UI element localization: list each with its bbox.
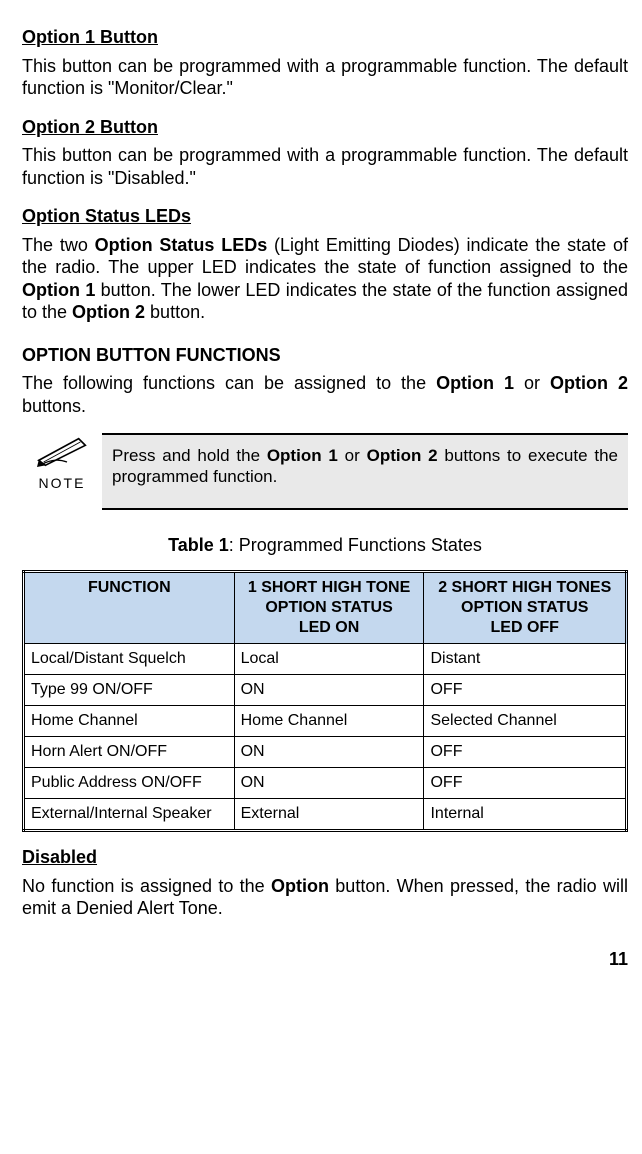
- heading-option-status-leds: Option Status LEDs: [22, 205, 628, 228]
- heading-disabled: Disabled: [22, 846, 628, 869]
- note-text: Press and hold the Option 1 or Option 2 …: [102, 433, 628, 510]
- paragraph-disabled: No function is assigned to the Option bu…: [22, 875, 628, 920]
- cell-function: Type 99 ON/OFF: [24, 675, 235, 706]
- text-bold: Option Status LEDs: [95, 235, 268, 255]
- cell-off: OFF: [424, 675, 627, 706]
- text-bold: Option: [271, 876, 329, 896]
- cell-function: Home Channel: [24, 706, 235, 737]
- heading-option-button-functions: OPTION BUTTON FUNCTIONS: [22, 344, 628, 367]
- cell-function: Horn Alert ON/OFF: [24, 737, 235, 768]
- text: or: [514, 373, 550, 393]
- text: Press and hold the: [112, 446, 267, 465]
- text: No function is assigned to the: [22, 876, 271, 896]
- table-row: Type 99 ON/OFF ON OFF: [24, 675, 627, 706]
- paragraph-option-button-functions: The following functions can be assigned …: [22, 372, 628, 417]
- table-title-bold: Table 1: [168, 535, 229, 555]
- text: OPTION STATUS: [265, 599, 392, 616]
- paragraph-option-status-leds: The two Option Status LEDs (Light Emitti…: [22, 234, 628, 324]
- text: button.: [145, 302, 205, 322]
- cell-on: External: [234, 799, 424, 831]
- paragraph-option1: This button can be programmed with a pro…: [22, 55, 628, 100]
- table-row: Public Address ON/OFF ON OFF: [24, 768, 627, 799]
- note-icon-column: NOTE: [22, 433, 102, 510]
- cell-off: OFF: [424, 737, 627, 768]
- col-header-led-on: 1 SHORT HIGH TONE OPTION STATUS LED ON: [234, 572, 424, 644]
- heading-option1: Option 1 Button: [22, 26, 628, 49]
- functions-table: FUNCTION 1 SHORT HIGH TONE OPTION STATUS…: [22, 570, 628, 832]
- text: 1 SHORT HIGH TONE: [248, 579, 410, 596]
- cell-function: Local/Distant Squelch: [24, 644, 235, 675]
- text-bold: Option 1: [267, 446, 338, 465]
- table-row: Local/Distant Squelch Local Distant: [24, 644, 627, 675]
- heading-option2: Option 2 Button: [22, 116, 628, 139]
- cell-function: Public Address ON/OFF: [24, 768, 235, 799]
- cell-on: ON: [234, 737, 424, 768]
- table-title-rest: : Programmed Functions States: [229, 535, 482, 555]
- cell-off: Internal: [424, 799, 627, 831]
- text: LED ON: [299, 619, 359, 636]
- cell-on: ON: [234, 675, 424, 706]
- text-bold: Option 1: [22, 280, 95, 300]
- note-block: NOTE Press and hold the Option 1 or Opti…: [22, 433, 628, 510]
- paragraph-option2: This button can be programmed with a pro…: [22, 144, 628, 189]
- text: The following functions can be assigned …: [22, 373, 436, 393]
- pencil-note-icon: [37, 437, 87, 473]
- cell-off: Selected Channel: [424, 706, 627, 737]
- table-row: Horn Alert ON/OFF ON OFF: [24, 737, 627, 768]
- table-row: Home Channel Home Channel Selected Chann…: [24, 706, 627, 737]
- cell-on: Local: [234, 644, 424, 675]
- text: or: [338, 446, 367, 465]
- page-number: 11: [22, 948, 628, 971]
- cell-on: Home Channel: [234, 706, 424, 737]
- text: OPTION STATUS: [461, 599, 588, 616]
- table-title: Table 1: Programmed Functions States: [22, 534, 628, 557]
- text-bold: Option 2: [550, 373, 628, 393]
- text-bold: Option 2: [72, 302, 145, 322]
- cell-off: Distant: [424, 644, 627, 675]
- text: buttons.: [22, 396, 86, 416]
- text: LED OFF: [491, 619, 559, 636]
- col-header-led-off: 2 SHORT HIGH TONES OPTION STATUS LED OFF: [424, 572, 627, 644]
- text: 2 SHORT HIGH TONES: [438, 579, 611, 596]
- cell-off: OFF: [424, 768, 627, 799]
- table-header-row: FUNCTION 1 SHORT HIGH TONE OPTION STATUS…: [24, 572, 627, 644]
- text: The two: [22, 235, 95, 255]
- table-body: Local/Distant Squelch Local Distant Type…: [24, 644, 627, 831]
- cell-function: External/Internal Speaker: [24, 799, 235, 831]
- note-label: NOTE: [39, 475, 86, 493]
- text-bold: Option 1: [436, 373, 514, 393]
- table-row: External/Internal Speaker External Inter…: [24, 799, 627, 831]
- text-bold: Option 2: [367, 446, 438, 465]
- cell-on: ON: [234, 768, 424, 799]
- col-header-function: FUNCTION: [24, 572, 235, 644]
